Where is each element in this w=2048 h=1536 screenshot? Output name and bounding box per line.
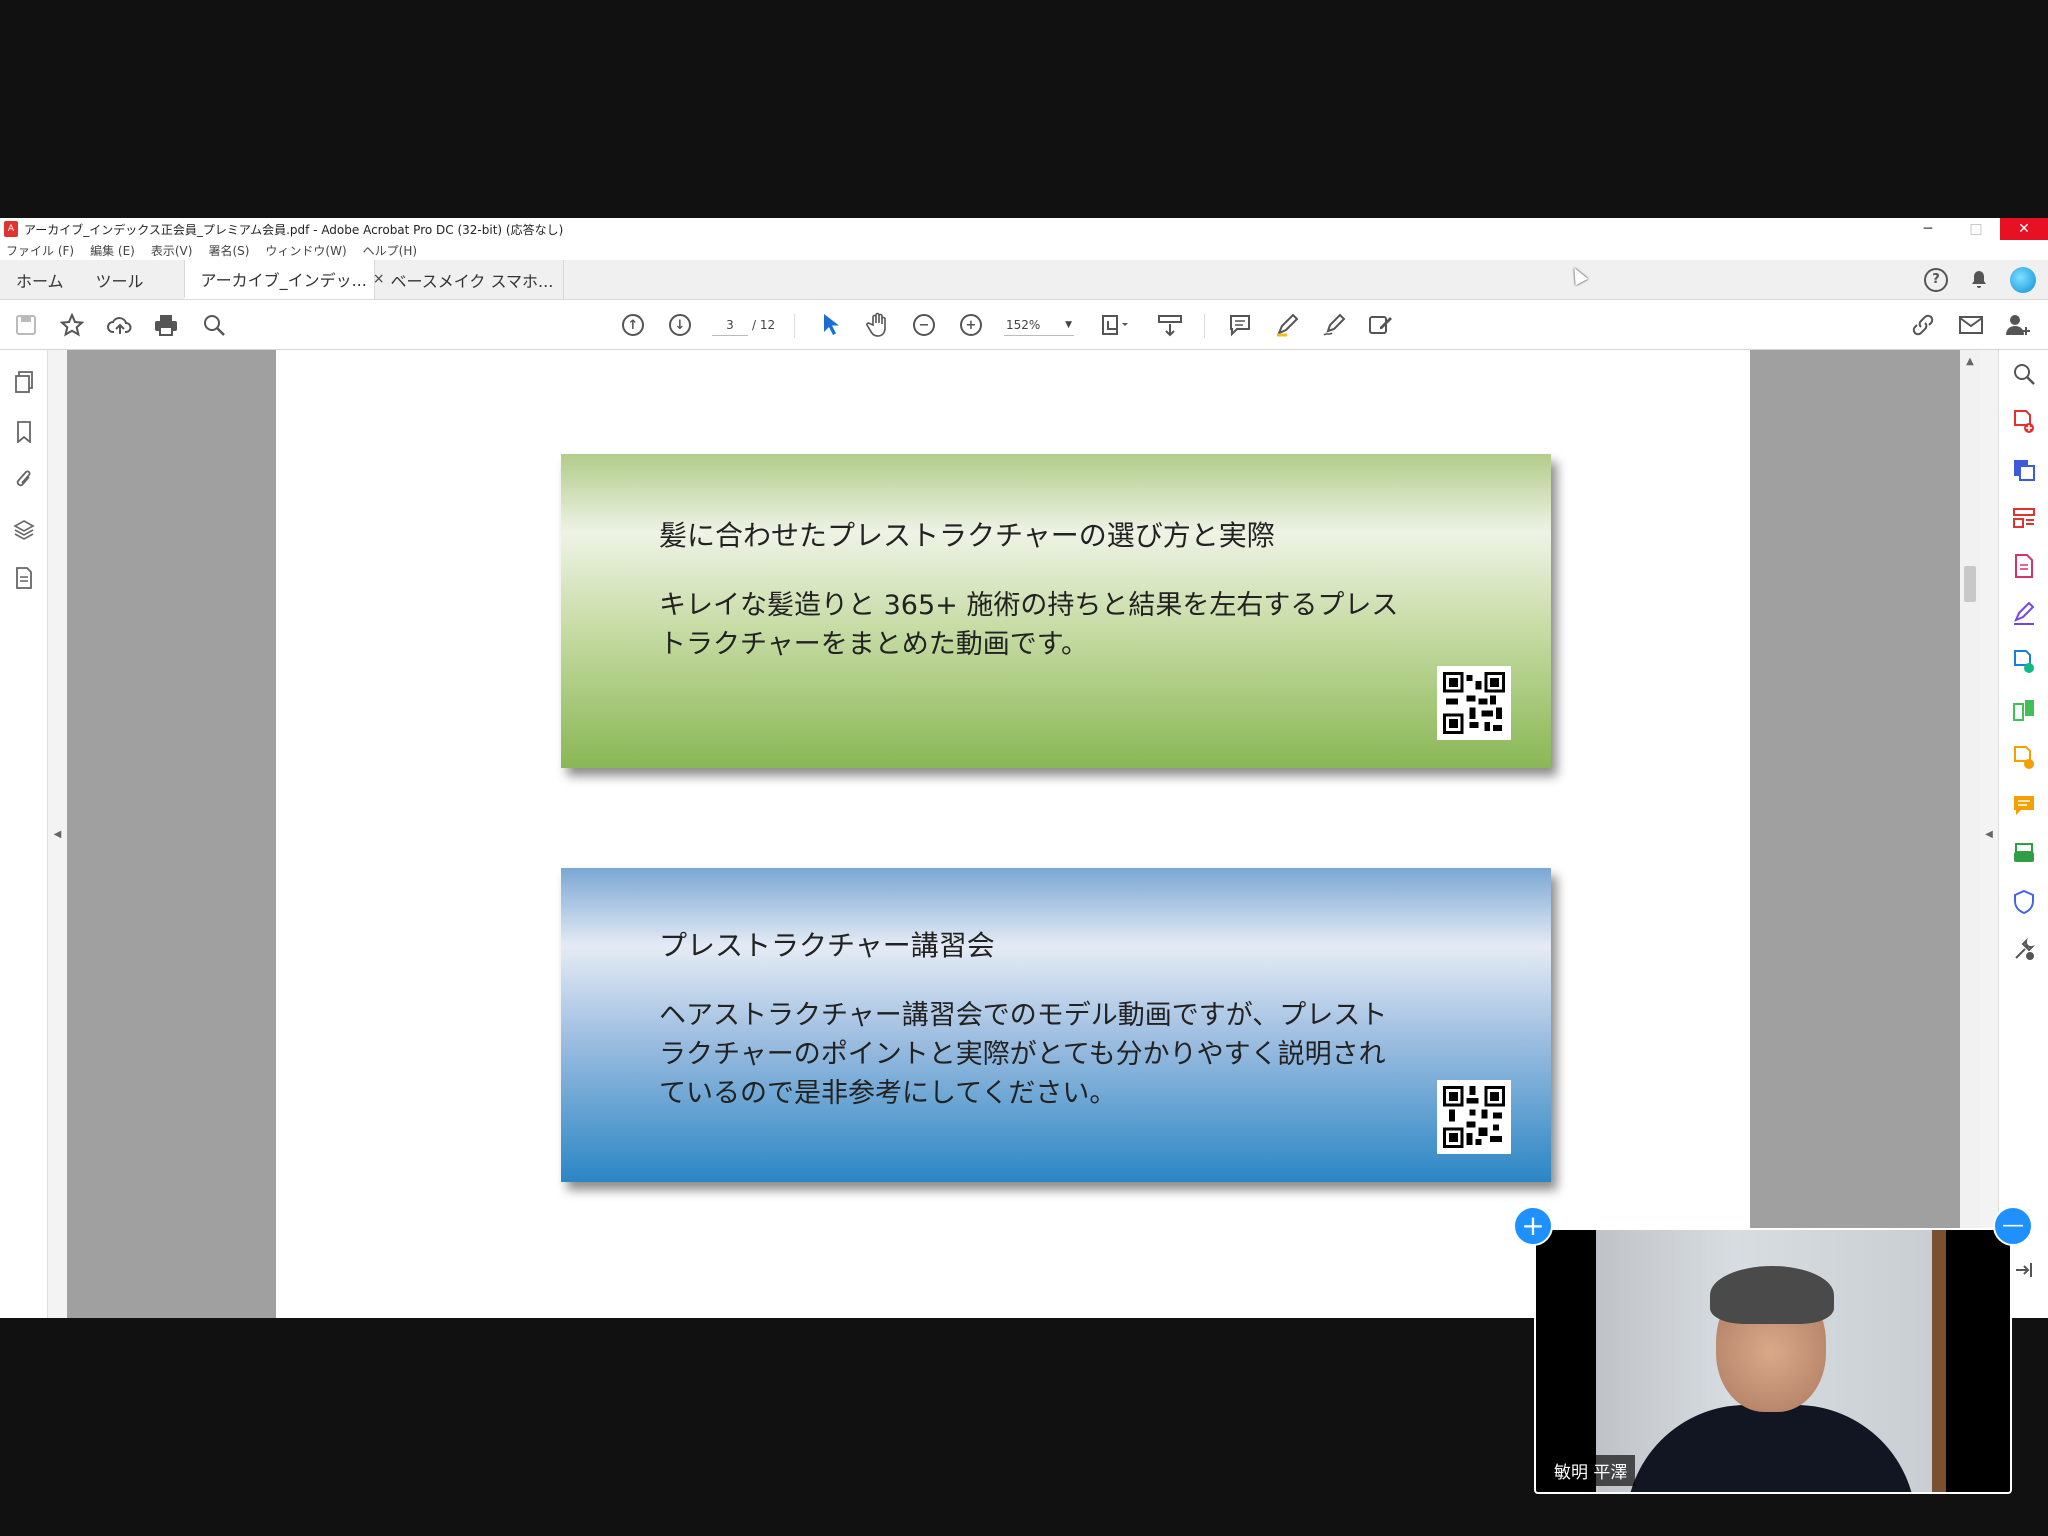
page-document-icon[interactable] [12, 566, 36, 590]
toolbar-divider [794, 314, 795, 338]
participant-hair [1710, 1266, 1834, 1324]
protect-shield-icon[interactable] [2012, 889, 2036, 915]
card-title: プレストラクチャー講習会 [659, 929, 995, 962]
card-description: ヘアストラクチャー講習会でのモデル動画ですが、プレストラクチャーのポイントと実際… [659, 1000, 1388, 1109]
tab-tools[interactable]: ツール [80, 260, 184, 299]
export-pdf-icon[interactable] [2012, 458, 2036, 482]
next-page-icon[interactable]: ↓ [666, 312, 694, 338]
compare-files-icon[interactable] [2012, 698, 2036, 722]
left-pane-toggle[interactable]: ◀ [48, 350, 67, 1318]
add-video-button[interactable]: + [1513, 1206, 1553, 1246]
send-for-signature-icon[interactable] [2012, 650, 2036, 674]
tab-document-basemake[interactable]: ベースメイク スマホ... [373, 260, 564, 299]
card-description: キレイな髪造りと 365+ 施術の持ちと結果を左右するプレストラクチャーをまとめ… [659, 590, 1399, 660]
video-card-prestructure-selection: 髪に合わせたプレストラクチャーの選び方と実際 キレイな髪造りと 365+ 施術の… [561, 454, 1551, 768]
page-thumbnails-icon[interactable] [12, 370, 36, 394]
organize-pages-icon[interactable] [2012, 506, 2036, 530]
menu-view[interactable]: 表示(V) [151, 242, 193, 259]
attachments-paperclip-icon[interactable] [12, 468, 36, 492]
pdf-app-icon: A [4, 221, 18, 237]
video-call-tile[interactable]: 敏明 平澤 [1534, 1228, 2012, 1494]
minimize-button[interactable]: ─ [1904, 218, 1952, 240]
participant-name-label: 敏明 平澤 [1546, 1455, 1636, 1486]
select-cursor-icon[interactable] [816, 312, 844, 338]
toolbar-divider [1204, 314, 1205, 338]
bookmarks-icon[interactable] [12, 420, 36, 444]
page-number-input[interactable] [712, 314, 748, 336]
more-tools-icon[interactable] [2012, 937, 2036, 962]
pdf-page: 髪に合わせたプレストラクチャーの選び方と実際 キレイな髪造りと 365+ 施術の… [276, 350, 1750, 1318]
comment-icon[interactable] [1226, 312, 1254, 338]
right-pane-toggle[interactable]: ◀ [1980, 350, 1998, 1318]
maximize-button[interactable]: □ [1952, 218, 2000, 240]
close-window-button[interactable]: ✕ [2000, 218, 2048, 240]
tab-bar: ホーム ツール アーカイブ_インデッ... × ベースメイク スマホ... ? [0, 260, 2048, 300]
comment-icon[interactable] [2012, 794, 2036, 818]
tabbar-right-controls: ? [1924, 260, 2048, 299]
cloud-upload-icon[interactable] [106, 312, 134, 338]
zoom-in-icon[interactable]: + [957, 312, 985, 338]
video-door-frame [1932, 1230, 1946, 1492]
acrobat-window: A アーカイブ_インデックス正会員_プレミアム会員.pdf - Adobe Ac… [0, 218, 2048, 1318]
edit-pdf-icon[interactable] [2012, 554, 2036, 578]
search-icon[interactable] [200, 312, 228, 338]
create-pdf-icon[interactable] [2012, 410, 2036, 434]
email-icon[interactable] [1957, 312, 1985, 338]
account-avatar-icon[interactable] [2010, 266, 2036, 293]
tab-document-archive-label: アーカイブ_インデッ... [200, 270, 367, 290]
notifications-bell-icon[interactable] [1968, 269, 1990, 291]
edit-share-icon[interactable] [1367, 312, 1395, 338]
menu-help[interactable]: ヘルプ(H) [363, 242, 417, 259]
fit-page-icon[interactable] [1098, 312, 1132, 338]
zoom-search-icon[interactable] [2012, 362, 2036, 386]
request-esign-icon[interactable] [2012, 746, 2036, 770]
video-card-prestructure-seminar: プレストラクチャー講習会 ヘアストラクチャー講習会でのモデル動画ですが、プレスト… [561, 868, 1551, 1182]
layers-icon[interactable] [12, 518, 36, 542]
previous-page-icon[interactable]: ↑ [619, 312, 647, 338]
bookmark-star-icon[interactable] [58, 312, 86, 338]
zoom-out-icon[interactable]: − [910, 312, 938, 338]
main-toolbar: ↑ ↓ / 12 − + 152% ▼ [0, 300, 2048, 350]
sign-pen-icon[interactable] [1320, 312, 1348, 338]
vertical-scrollbar[interactable]: ▲ [1960, 350, 1980, 1318]
zoom-level-value: 152% [1006, 317, 1041, 332]
tab-document-basemake-label: ベースメイク スマホ... [390, 271, 554, 291]
highlight-pen-icon[interactable] [1273, 312, 1301, 338]
tab-home[interactable]: ホーム [0, 260, 80, 299]
help-icon[interactable]: ? [1924, 267, 1948, 292]
fill-sign-icon[interactable] [2012, 601, 2036, 626]
chevron-down-icon: ▼ [1065, 319, 1072, 330]
menu-bar: ファイル (F) 編集 (E) 表示(V) 署名(S) ウィンドウ(W) ヘルプ… [0, 240, 2048, 260]
hand-tool-icon[interactable] [864, 312, 892, 338]
right-tools-pane [1998, 350, 2048, 1318]
page-total: / 12 [752, 318, 776, 332]
save-icon[interactable] [12, 312, 40, 338]
zoom-level-select[interactable]: 152% ▼ [1004, 314, 1074, 336]
collapse-tools-pane-icon[interactable] [2012, 1258, 2036, 1282]
scroll-up-arrow-icon[interactable]: ▲ [1960, 356, 1980, 370]
share-link-icon[interactable] [1910, 312, 1938, 338]
title-bar: A アーカイブ_インデックス正会員_プレミアム会員.pdf - Adobe Ac… [0, 218, 2048, 240]
menu-edit[interactable]: 編集 (E) [90, 242, 135, 259]
window-title: アーカイブ_インデックス正会員_プレミアム会員.pdf - Adobe Acro… [24, 222, 564, 237]
left-navigation-pane [0, 350, 48, 1318]
print-icon[interactable] [152, 312, 180, 338]
menu-window[interactable]: ウィンドウ(W) [265, 242, 346, 259]
menu-file[interactable]: ファイル (F) [6, 242, 74, 259]
menu-sign[interactable]: 署名(S) [208, 242, 249, 259]
card-title: 髪に合わせたプレストラクチャーの選び方と実際 [659, 519, 1275, 552]
scroll-mode-icon[interactable] [1156, 312, 1184, 338]
qr-code-icon[interactable] [1437, 1080, 1511, 1154]
add-person-icon[interactable] [2004, 312, 2032, 338]
tab-document-archive[interactable]: アーカイブ_インデッ... × [183, 260, 385, 299]
scan-icon[interactable] [2012, 842, 2036, 866]
scroll-thumb[interactable] [1964, 566, 1976, 602]
minimize-video-button[interactable]: — [1993, 1206, 2033, 1246]
qr-code-icon[interactable] [1437, 666, 1511, 740]
